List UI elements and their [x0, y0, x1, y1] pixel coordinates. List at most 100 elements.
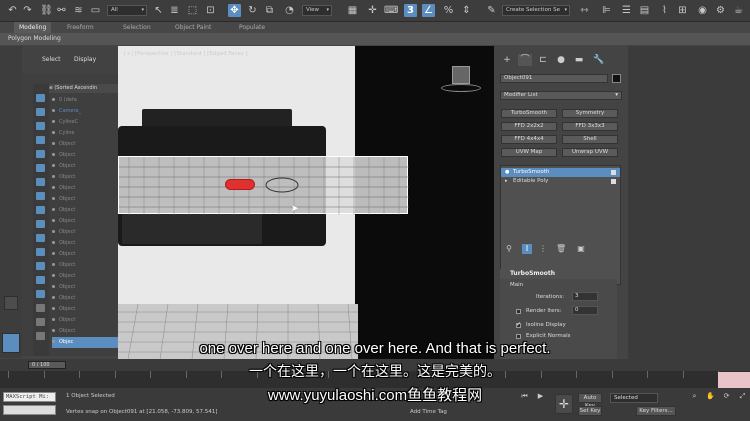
filter-bones-icon[interactable]: [36, 206, 45, 214]
keyboard-shortcut-icon[interactable]: ⌨: [384, 4, 398, 17]
viewcube-compass[interactable]: [441, 84, 481, 92]
filter-xrefs-icon[interactable]: [36, 192, 45, 200]
filter-cameras-icon[interactable]: [36, 136, 45, 144]
scene-explorer-row[interactable]: Object: [52, 194, 118, 205]
scene-explorer-row[interactable]: Object: [52, 183, 118, 194]
scene-explorer-row[interactable]: Camera_: [52, 106, 118, 117]
tab-select[interactable]: Select: [42, 56, 61, 63]
visibility-dot-icon[interactable]: [52, 230, 55, 233]
remove-modifier-icon[interactable]: 🗑: [556, 244, 566, 254]
filter-invert-icon[interactable]: [36, 290, 45, 298]
scene-explorer-row[interactable]: Object: [52, 304, 118, 315]
selected-polygon-highlight[interactable]: [225, 179, 255, 190]
ffd-4x4x4-button[interactable]: FFD 4x4x4: [501, 135, 557, 144]
visibility-dot-icon[interactable]: [52, 208, 55, 211]
render-setup-icon[interactable]: ⚙: [714, 4, 727, 17]
scale-icon[interactable]: ⧉: [263, 4, 276, 17]
symmetry-button[interactable]: Symmetry: [562, 109, 618, 118]
visibility-dot-icon[interactable]: [52, 296, 55, 299]
turbosmooth-mesh[interactable]: [118, 156, 409, 215]
visibility-dot-icon[interactable]: [52, 98, 55, 101]
make-unique-icon[interactable]: ⋮: [538, 244, 548, 254]
modifier-list-dropdown[interactable]: Modifier List ▾: [500, 91, 622, 100]
rectangular-selection-icon[interactable]: ⬚: [186, 4, 199, 17]
select-object-icon[interactable]: ↖: [152, 4, 165, 17]
schematic-view-icon[interactable]: ⊞: [676, 4, 689, 17]
select-manipulate-icon[interactable]: ✛: [366, 4, 379, 17]
visibility-dot-icon[interactable]: [52, 241, 55, 244]
scene-explorer-row[interactable]: 0 (defa: [52, 95, 118, 106]
unlink-icon[interactable]: ⚯: [55, 4, 68, 17]
pin-stack-icon[interactable]: ⚲: [504, 244, 514, 254]
explicit-normals-checkbox[interactable]: [516, 334, 521, 339]
tab-freeform[interactable]: Freeform: [62, 22, 99, 33]
filter-shapes-icon[interactable]: [36, 108, 45, 116]
visibility-dot-icon[interactable]: [52, 263, 55, 266]
show-end-result-icon[interactable]: I: [522, 244, 532, 254]
scene-explorer-row[interactable]: Cyline: [52, 128, 118, 139]
iterations-spinner[interactable]: 3: [572, 292, 598, 301]
percent-snap-icon[interactable]: %: [442, 4, 455, 17]
filter-none-icon[interactable]: [36, 276, 45, 284]
scene-explorer-row[interactable]: Object: [52, 326, 118, 337]
mirror-icon[interactable]: ⇿: [578, 4, 591, 17]
stack-item-turbosmooth[interactable]: ● TurboSmooth: [501, 168, 620, 177]
object-name-field[interactable]: Object091: [500, 74, 608, 83]
modify-tab-icon[interactable]: ⌒: [518, 54, 532, 66]
filter-option-icon[interactable]: [36, 332, 45, 340]
tab-display[interactable]: Display: [74, 56, 96, 63]
scene-explorer-row[interactable]: Object: [52, 238, 118, 249]
rotate-icon[interactable]: ↻: [246, 4, 259, 17]
stack-item-editable-poly[interactable]: ▸ Editable Poly: [501, 177, 620, 186]
scene-explorer-row[interactable]: Object: [52, 260, 118, 271]
tab-populate[interactable]: Populate: [234, 22, 270, 33]
filter-all-icon[interactable]: [36, 262, 45, 270]
align-icon[interactable]: ⊫: [600, 4, 613, 17]
render-iters-spinner[interactable]: 0: [572, 306, 598, 315]
scene-explorer-row[interactable]: Object: [52, 216, 118, 227]
viewcube[interactable]: [452, 66, 470, 84]
filter-option-icon[interactable]: [36, 318, 45, 326]
render-icon[interactable]: ☕: [732, 4, 745, 17]
filter-containers-icon[interactable]: [36, 220, 45, 228]
scene-explorer-row[interactable]: Object: [52, 161, 118, 172]
visibility-dot-icon[interactable]: [52, 274, 55, 277]
filter-groups-icon[interactable]: [36, 178, 45, 186]
filter-lights-icon[interactable]: [36, 122, 45, 130]
hierarchy-tab-icon[interactable]: ⊏: [536, 54, 550, 66]
utilities-tab-icon[interactable]: 🔧: [592, 54, 606, 66]
visibility-dot-icon[interactable]: [52, 318, 55, 321]
filter-spacewarps-icon[interactable]: [36, 164, 45, 172]
named-selection-set-dropdown[interactable]: Create Selection Se ▾: [502, 5, 570, 16]
perspective-viewport[interactable]: [+] [Perspective ] [Standard ] [Edged Fa…: [118, 46, 494, 359]
angle-snap-icon[interactable]: ∠: [422, 4, 435, 17]
spinner-snap-icon[interactable]: ⇕: [460, 4, 473, 17]
ffd-3x3x3-button[interactable]: FFD 3x3x3: [562, 122, 618, 131]
object-color-swatch[interactable]: [612, 74, 621, 83]
scene-explorer-row[interactable]: CylineC: [52, 117, 118, 128]
bind-spacewarp-icon[interactable]: ≋: [72, 4, 85, 17]
filter-geometry-icon[interactable]: [36, 94, 45, 102]
visibility-dot-icon[interactable]: [52, 153, 55, 156]
motion-tab-icon[interactable]: ●: [554, 54, 568, 66]
layer-icon[interactable]: ▭: [89, 4, 102, 17]
filter-option-icon[interactable]: [36, 304, 45, 312]
maxscript-output[interactable]: [3, 405, 56, 415]
tab-object-paint[interactable]: Object Paint: [170, 22, 216, 33]
link-icon[interactable]: ⛓: [40, 4, 53, 17]
expand-arrow-icon[interactable]: ▸: [505, 177, 508, 186]
add-time-tag-button[interactable]: Add Time Tag: [410, 409, 447, 415]
display-tab-icon[interactable]: ▬: [572, 54, 586, 66]
visibility-dot-icon[interactable]: [52, 285, 55, 288]
visibility-dot-icon[interactable]: [52, 131, 55, 134]
visibility-dot-icon[interactable]: [52, 175, 55, 178]
visibility-dot-icon[interactable]: [52, 329, 55, 332]
left-toolbar-button[interactable]: [4, 296, 18, 310]
filter-frozen-icon[interactable]: [36, 234, 45, 242]
layer-explorer-icon[interactable]: ▤: [638, 4, 651, 17]
turbosmooth-button[interactable]: TurboSmooth: [501, 109, 557, 118]
scene-explorer-row[interactable]: Object: [52, 205, 118, 216]
uvw-map-button[interactable]: UVW Map: [501, 148, 557, 157]
selection-filter-dropdown[interactable]: All ▾: [107, 5, 147, 16]
scene-explorer-row[interactable]: Object: [52, 282, 118, 293]
